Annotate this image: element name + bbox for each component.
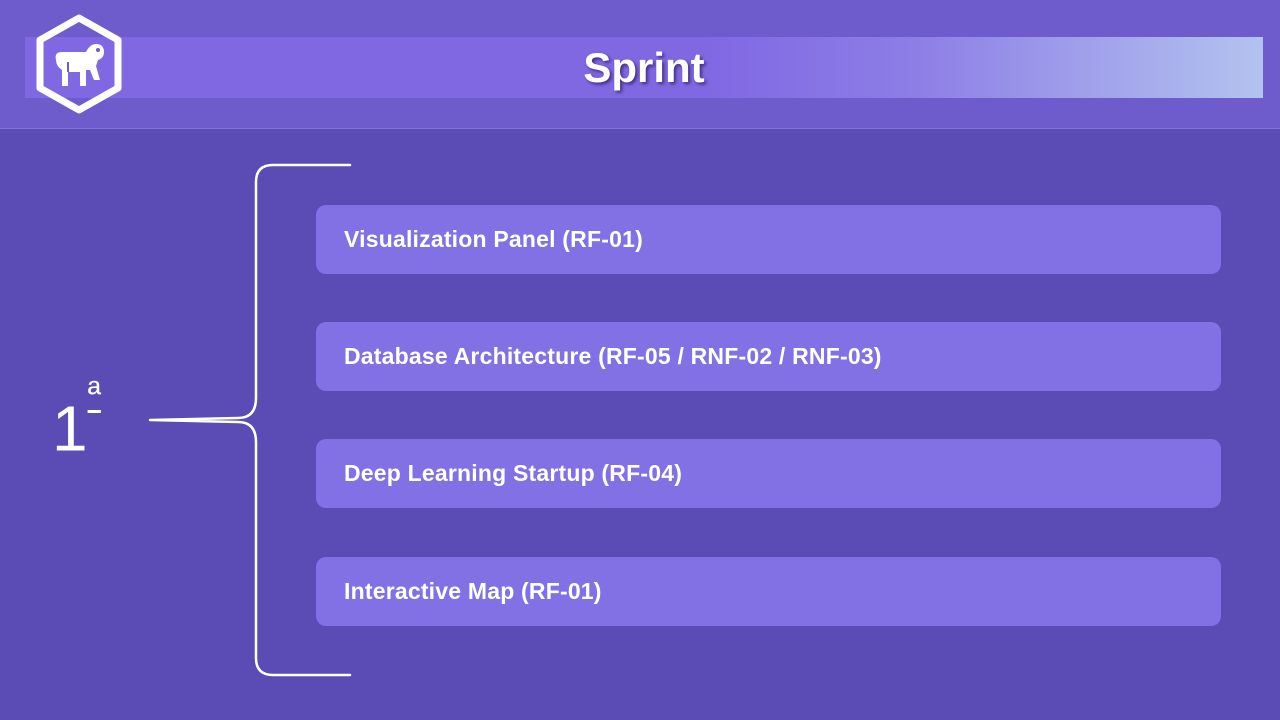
sprint-ordinal-number: 1 <box>52 392 88 465</box>
slide: Sprint 1ª Visualization Panel (RF-01) Da… <box>0 0 1280 720</box>
sprint-item-visualization-panel: Visualization Panel (RF-01) <box>316 205 1221 274</box>
header-bar: Sprint <box>0 0 1280 129</box>
sprint-item-deep-learning-startup: Deep Learning Startup (RF-04) <box>316 439 1221 508</box>
sprint-item-interactive-map: Interactive Map (RF-01) <box>316 557 1221 626</box>
sprint-item-database-architecture: Database Architecture (RF-05 / RNF-02 / … <box>316 322 1221 391</box>
sprint-ordinal-suffix: ª <box>87 373 101 414</box>
title-band: Sprint <box>25 37 1263 98</box>
monkey-hexagon-icon <box>36 14 122 114</box>
sprint-ordinal: 1ª <box>52 373 101 465</box>
page-title: Sprint <box>583 44 705 91</box>
